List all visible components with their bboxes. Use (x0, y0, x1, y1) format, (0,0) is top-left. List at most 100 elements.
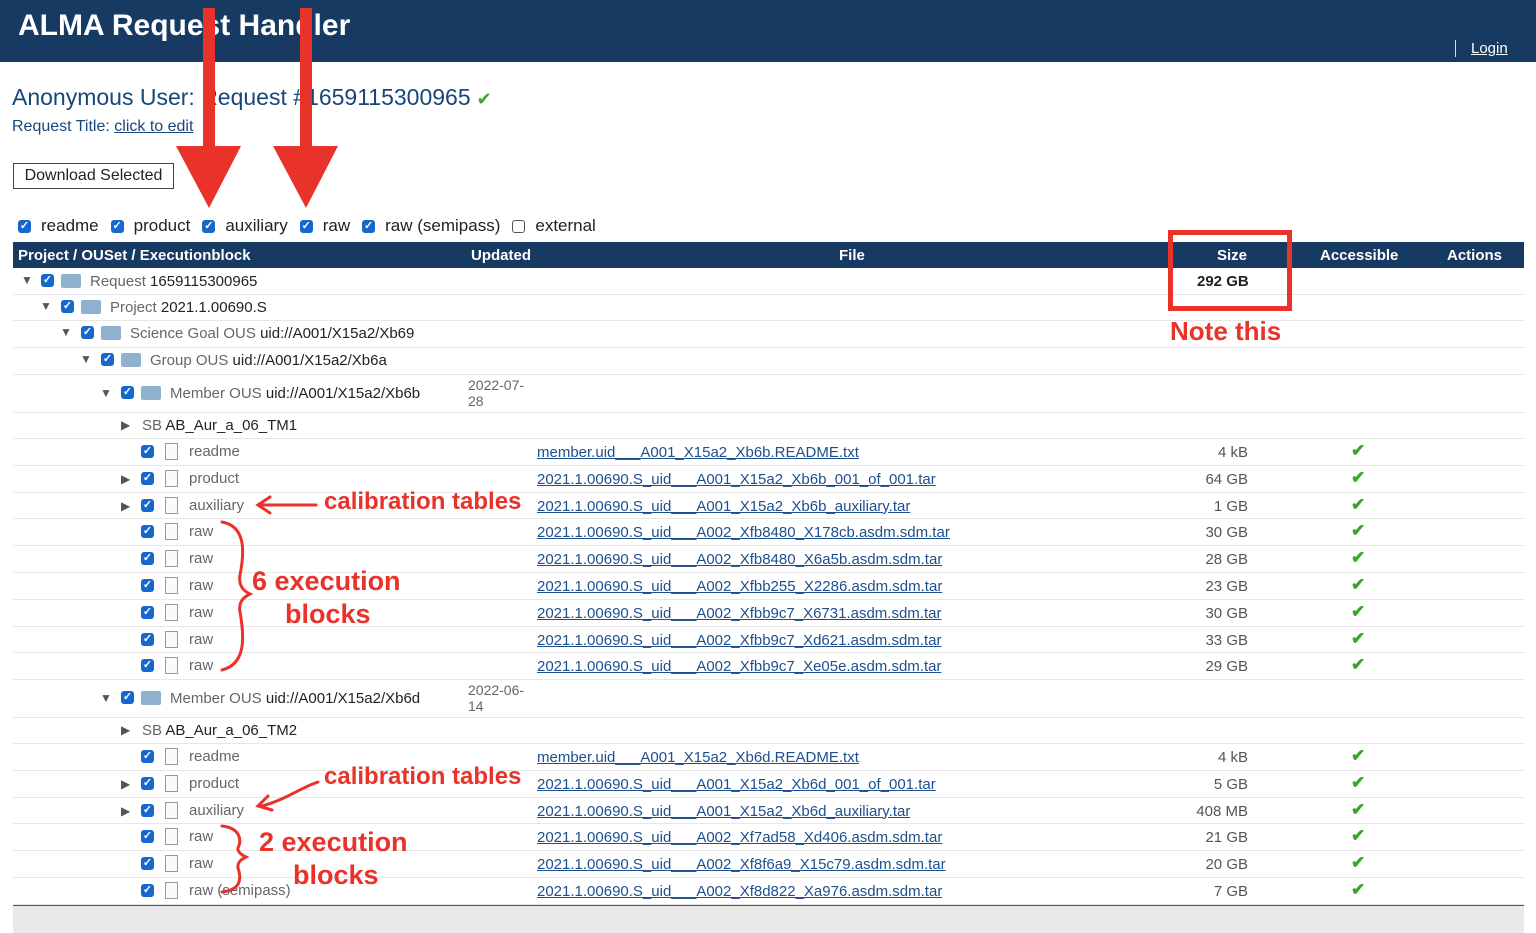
expand-icon[interactable]: ▶ (121, 472, 130, 486)
checkbox-icon[interactable]: ✓ (110, 219, 124, 233)
node-value: AB_Aur_a_06_TM2 (165, 722, 298, 739)
folder-icon (81, 300, 101, 314)
download-selected-button[interactable]: Download Selected (13, 163, 174, 189)
checkbox-icon[interactable]: ✓ (202, 219, 216, 233)
checkbox-icon[interactable]: ✓ (141, 552, 154, 566)
file-link[interactable]: member.uid___A001_X15a2_Xb6d.README.txt (537, 749, 859, 766)
node-value: AB_Aur_a_06_TM1 (165, 417, 298, 434)
file-type: raw (189, 657, 214, 675)
filter-product[interactable]: ✓ product (110, 216, 190, 236)
exec2-annotation-line2: blocks (293, 860, 379, 890)
checkbox-icon[interactable]: ✓ (141, 803, 154, 817)
expand-icon[interactable]: ▶ (121, 804, 130, 818)
checkbox-icon[interactable]: ✓ (362, 219, 376, 233)
checkbox-icon[interactable]: ✓ (81, 326, 94, 339)
checkbox-icon[interactable]: ✓ (141, 579, 154, 592)
file-link[interactable]: 2021.1.00690.S_uid___A001_X15a2_Xb6b_001… (537, 471, 936, 488)
collapse-icon[interactable]: ▼ (100, 386, 112, 400)
checkbox-icon[interactable]: ✓ (101, 353, 114, 366)
file-size: 21 GB (1205, 829, 1248, 847)
file-icon (165, 443, 178, 460)
file-icon (165, 496, 178, 514)
checkbox-icon[interactable]: ✓ (121, 691, 134, 704)
checkbox-icon[interactable]: ✓ (141, 659, 154, 673)
file-link[interactable]: 2021.1.00690.S_uid___A002_Xf8d822_Xa976.… (537, 883, 942, 900)
expand-icon[interactable]: ▶ (121, 418, 130, 432)
checkbox-icon[interactable]: ✓ (141, 632, 154, 646)
file-link[interactable]: 2021.1.00690.S_uid___A002_Xfb8480_X6a5b.… (537, 551, 942, 568)
checkbox-icon[interactable]: ✓ (299, 219, 313, 233)
file-link[interactable]: 2021.1.00690.S_uid___A002_Xfbb9c7_Xd621.… (537, 632, 941, 649)
file-link[interactable]: 2021.1.00690.S_uid___A002_Xfb8480_X178cb… (537, 524, 950, 541)
checkbox-icon[interactable]: ✓ (141, 525, 154, 539)
tree-row-group: ▼ ✓ Group OUS uid://A001/X15a2/Xb6a (13, 347, 1524, 375)
filter-external[interactable]: external (512, 216, 596, 236)
checkbox-icon[interactable]: ✓ (61, 300, 74, 313)
file-link[interactable]: 2021.1.00690.S_uid___A002_Xfbb9c7_X6731.… (537, 605, 941, 622)
expand-icon[interactable]: ▶ (121, 499, 130, 513)
node-value: uid://A001/X15a2/Xb69 (260, 325, 415, 342)
file-icon (165, 828, 178, 846)
accessible-check-icon: ✔ (1351, 521, 1366, 541)
file-icon (165, 630, 178, 648)
checkbox-icon[interactable]: ✓ (141, 857, 154, 871)
col-updated[interactable]: Updated (471, 247, 531, 264)
col-accessible[interactable]: Accessible (1320, 247, 1398, 264)
col-actions[interactable]: Actions (1447, 247, 1502, 264)
col-project[interactable]: Project / OUSet / Executionblock (18, 247, 251, 264)
file-icon (165, 469, 178, 487)
expand-icon[interactable]: ▶ (121, 777, 130, 791)
checkbox-icon[interactable]: ✓ (141, 750, 154, 763)
expand-icon[interactable]: ▶ (121, 723, 130, 737)
collapse-icon[interactable]: ▼ (21, 273, 33, 287)
accessible-check-icon: ✔ (1351, 628, 1366, 648)
checkbox-icon[interactable]: ✓ (121, 386, 134, 399)
file-size: 30 GB (1205, 524, 1248, 542)
arrow-head-raw (273, 146, 338, 208)
file-link[interactable]: 2021.1.00690.S_uid___A002_Xf7ad58_Xd406.… (537, 829, 942, 846)
footer-bar (13, 905, 1524, 933)
file-link[interactable]: 2021.1.00690.S_uid___A002_Xfbb255_X2286.… (537, 578, 942, 595)
checkbox-icon[interactable]: ✓ (141, 776, 154, 790)
request-title-label: Request Title: (12, 118, 110, 135)
login-link[interactable]: Login (1471, 40, 1508, 57)
filter-label: auxiliary (225, 216, 288, 235)
checkbox-icon[interactable]: ✓ (18, 219, 31, 233)
file-link[interactable]: 2021.1.00690.S_uid___A002_Xf8f6a9_X15c79… (537, 856, 946, 873)
checkbox-icon[interactable]: ✓ (141, 471, 154, 485)
file-link[interactable]: 2021.1.00690.S_uid___A001_X15a2_Xb6b_aux… (537, 498, 910, 515)
collapse-icon[interactable]: ▼ (100, 691, 112, 705)
collapse-icon[interactable]: ▼ (60, 325, 72, 339)
file-type: raw (189, 523, 214, 541)
checkbox-icon[interactable]: ✓ (41, 274, 54, 287)
checkbox-icon[interactable]: ✓ (141, 498, 154, 512)
filter-auxiliary[interactable]: ✓ auxiliary (202, 216, 288, 236)
checkbox-icon[interactable]: ✓ (141, 830, 154, 844)
edit-title-link[interactable]: click to edit (114, 118, 193, 135)
checkbox-icon[interactable]: ✓ (141, 605, 154, 619)
file-type: raw (semipass) (189, 882, 291, 899)
accessible-check-icon: ✔ (1351, 575, 1366, 594)
folder-icon (61, 274, 81, 288)
checkbox-icon[interactable] (512, 219, 526, 233)
checkbox-icon[interactable]: ✓ (141, 884, 154, 897)
filter-readme[interactable]: ✓ readme (18, 216, 99, 236)
col-file[interactable]: File (839, 247, 865, 264)
collapse-icon[interactable]: ▼ (40, 299, 52, 313)
file-icon (165, 577, 178, 594)
filter-raw-semipass[interactable]: ✓ raw (semipass) (362, 216, 500, 236)
tree-row-science-goal: ▼ ✓ Science Goal OUS uid://A001/X15a2/Xb… (13, 320, 1524, 348)
file-row: ✓ readme member.uid___A001_X15a2_Xb6d.READ… (13, 743, 1524, 771)
checkbox-icon[interactable]: ✓ (141, 445, 154, 458)
filter-raw[interactable]: ✓ raw (299, 216, 350, 236)
file-type: auxiliary (189, 801, 245, 819)
accessible-check-icon: ✔ (1351, 772, 1366, 792)
tree-row-sb-1: ▶ SB AB_Aur_a_06_TM1 (13, 412, 1524, 439)
file-link[interactable]: 2021.1.00690.S_uid___A001_X15a2_Xb6d_aux… (537, 803, 910, 820)
file-link[interactable]: 2021.1.00690.S_uid___A001_X15a2_Xb6d_001… (537, 776, 936, 793)
file-link[interactable]: 2021.1.00690.S_uid___A002_Xfbb9c7_Xe05e.… (537, 658, 941, 675)
file-type: product (189, 469, 240, 487)
file-link[interactable]: member.uid___A001_X15a2_Xb6b.README.txt (537, 444, 859, 461)
collapse-icon[interactable]: ▼ (80, 352, 92, 366)
filter-bar: ✓ readme ✓ product ✓ auxiliary ✓ raw ✓ raw (s… (18, 216, 608, 236)
